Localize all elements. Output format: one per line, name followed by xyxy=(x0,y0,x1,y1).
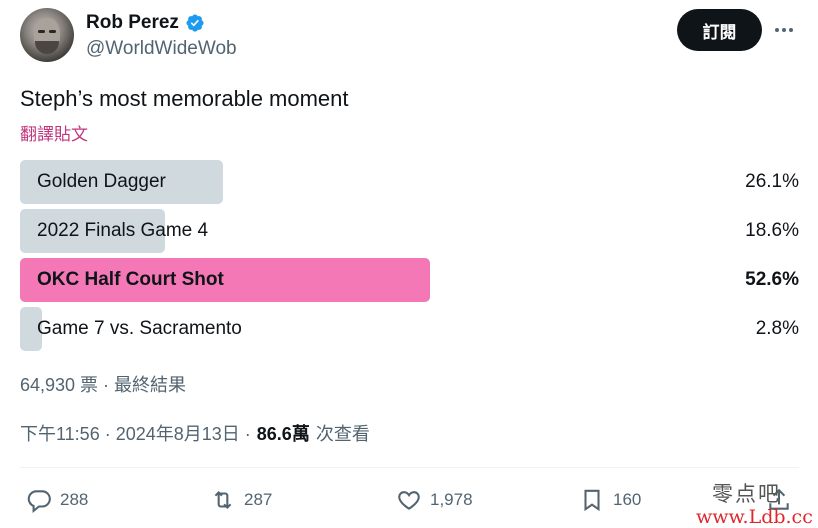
poll-option-percent: 18.6% xyxy=(745,220,799,241)
tweet-meta: 下午11:56 · 2024年8月13日 · 86.6萬 次查看 xyxy=(20,420,370,446)
poll-summary: 64,930 票 · 最終結果 xyxy=(20,375,187,395)
translate-post-link[interactable]: 翻譯貼文 xyxy=(20,120,88,145)
bookmark-icon xyxy=(584,489,600,512)
like-icon xyxy=(398,491,420,510)
views-count: 86.6萬 xyxy=(256,424,310,444)
reply-button[interactable]: 288 xyxy=(26,480,88,520)
poll-option-percent: 26.1% xyxy=(745,171,799,192)
like-button[interactable]: 1,978 xyxy=(396,480,473,520)
verified-badge-icon xyxy=(186,14,204,32)
poll-option: 2022 Finals Game 4 18.6% xyxy=(20,209,799,253)
poll-option-percent: 52.6% xyxy=(745,269,799,290)
action-bar: 288 287 1,978 160 xyxy=(20,480,799,520)
repost-count: 287 xyxy=(244,490,273,509)
repost-button[interactable]: 287 xyxy=(210,480,272,520)
poll-option-percent: 2.8% xyxy=(755,318,799,339)
poll-option: OKC Half Court Shot 52.6% xyxy=(20,258,799,302)
follow-button[interactable]: 訂閱 xyxy=(677,9,762,51)
share-icon xyxy=(769,488,789,510)
poll-option-label: 2022 Finals Game 4 xyxy=(37,220,209,241)
author-name-row: Rob Perez xyxy=(86,12,205,34)
tweet-text: Steph’s most memorable moment xyxy=(20,86,349,111)
tweet-timestamp[interactable]: 下午11:56 · 2024年8月13日 · xyxy=(20,420,251,446)
poll-option-label: Golden Dagger xyxy=(37,171,166,192)
tweet-header: Rob Perez @WorldWideWob 訂閱 xyxy=(20,8,800,64)
poll-option: Game 7 vs. Sacramento 2.8% xyxy=(20,307,799,351)
reply-count: 288 xyxy=(60,490,89,509)
bookmark-button[interactable]: 160 xyxy=(579,480,641,520)
poll-option: Golden Dagger 26.1% xyxy=(20,160,799,204)
avatar[interactable] xyxy=(20,8,74,62)
like-count: 1,978 xyxy=(430,490,473,509)
poll-option-label: OKC Half Court Shot xyxy=(37,269,224,290)
bookmark-count: 160 xyxy=(613,490,642,509)
author-display-name[interactable]: Rob Perez xyxy=(86,12,179,34)
views-label: 次查看 xyxy=(315,424,370,444)
share-button[interactable] xyxy=(766,480,792,520)
more-icon[interactable] xyxy=(772,20,796,40)
retweet-icon xyxy=(214,490,232,510)
reply-icon xyxy=(27,490,51,513)
author-handle[interactable]: @WorldWideWob xyxy=(86,38,237,60)
poll: Golden Dagger 26.1% 2022 Finals Game 4 18.6… xyxy=(20,160,799,356)
divider xyxy=(20,467,799,468)
poll-option-label: Game 7 vs. Sacramento xyxy=(37,318,242,339)
